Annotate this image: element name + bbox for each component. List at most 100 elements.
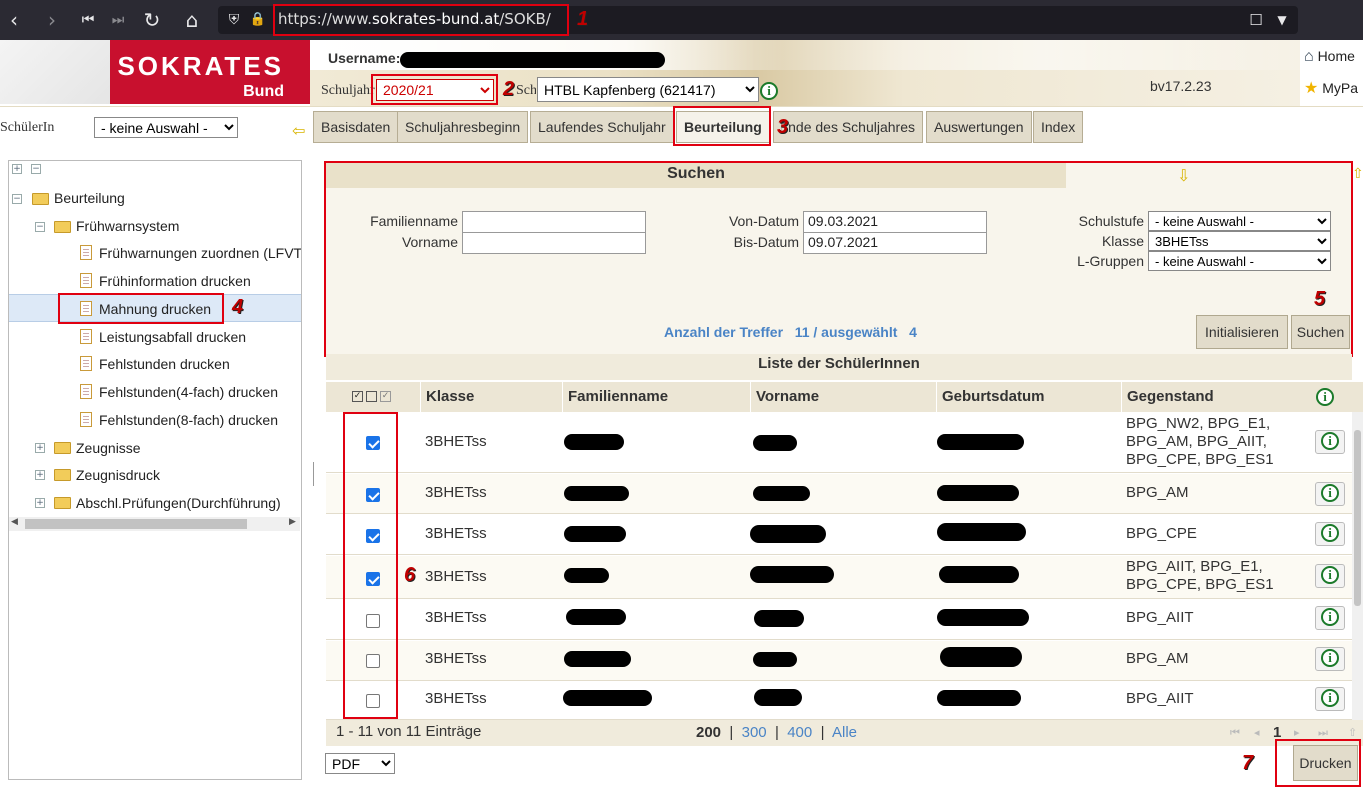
skip-forward-icon[interactable]: ⏭ (106, 8, 130, 32)
row-info-button[interactable]: i (1315, 687, 1345, 711)
tab-auswertungen[interactable]: Auswertungen (926, 111, 1032, 143)
cell-klasse: 3BHETss (425, 690, 487, 707)
tab-laufendes-schuljahr[interactable]: Laufendes Schuljahr (530, 111, 674, 143)
cell-geburtsdatum-redacted (937, 434, 1024, 450)
tab-ende-des-schuljahres[interactable]: Ende des Schuljahres (773, 111, 923, 143)
table-row[interactable]: 3BHETss BPG_NW2, BPG_E1, BPG_AM, BPG_AII… (326, 412, 1352, 473)
annotation-marker-6: 6 (404, 564, 416, 586)
tab-schuljahresbeginn[interactable]: Schuljahresbeginn (397, 111, 529, 143)
tree-node-zeugnisse[interactable]: Zeugnisse (76, 440, 141, 456)
tree-item-fehlstunden[interactable]: Fehlstunden drucken (99, 356, 230, 372)
table-row[interactable]: 3BHETss BPG_AIIT i (326, 600, 1352, 640)
mypage-link[interactable]: ★ MyPa (1304, 78, 1358, 98)
shield-icon[interactable]: ⛨ (222, 8, 246, 32)
folder-open-icon (54, 221, 71, 233)
mypage-label: MyPa (1322, 80, 1359, 96)
tree-node-zeugnisdruck[interactable]: Zeugnisdruck (76, 467, 160, 483)
format-select[interactable]: PDF (325, 753, 395, 774)
highlight-search-panel (324, 161, 1353, 357)
skip-back-icon[interactable]: ⏮ (76, 8, 100, 32)
cell-klasse: 3BHETss (425, 650, 487, 667)
row-info-button[interactable]: i (1315, 482, 1345, 506)
tree-item-fehlstunden-8fach[interactable]: Fehlstunden(8-fach) drucken (99, 412, 278, 428)
tree-item-fehlstunden-4fach[interactable]: Fehlstunden(4-fach) drucken (99, 384, 278, 400)
home-icon[interactable]: ⌂ (180, 8, 204, 32)
reload-icon[interactable]: ↻ (140, 8, 164, 32)
schule-select[interactable]: HTBL Kapfenberg (621417) (537, 77, 759, 102)
expand-icon[interactable]: + (35, 498, 45, 508)
col-gegenstand[interactable]: Gegenstand (1121, 382, 1308, 412)
lock-icon[interactable]: 🔒 (246, 8, 270, 32)
page-size-300[interactable]: 300 (742, 724, 767, 741)
table-row[interactable]: 3BHETss BPG_AIIT i (326, 682, 1352, 720)
expand-icon[interactable]: + (35, 443, 45, 453)
scrollbar-thumb[interactable] (1354, 430, 1361, 606)
page-size-200[interactable]: 200 (696, 724, 721, 741)
col-klasse[interactable]: Klasse (420, 382, 562, 412)
splitter-handle[interactable] (313, 462, 314, 486)
info-icon[interactable]: i (1316, 388, 1334, 406)
collapse-icon[interactable]: − (35, 222, 45, 232)
col-geburtsdatum[interactable]: Geburtsdatum (936, 382, 1121, 412)
document-icon (80, 273, 92, 288)
tab-index[interactable]: Index (1033, 111, 1084, 143)
arrow-up-icon[interactable]: ⇧ (1352, 166, 1363, 182)
bookmark-icon[interactable]: ☐ (1244, 8, 1268, 32)
document-icon (80, 329, 92, 344)
tree-horizontal-scrollbar[interactable]: ◀ ▶ (9, 517, 300, 531)
arrow-left-icon[interactable]: ⇦ (292, 121, 305, 140)
scroll-left-icon[interactable]: ◀ (11, 517, 18, 527)
collapse-icon[interactable]: − (12, 194, 22, 204)
table-vertical-scrollbar[interactable] (1352, 412, 1363, 720)
tree-item-leistungsabfall[interactable]: Leistungsabfall drucken (99, 329, 246, 345)
select-all-icon[interactable]: ✓ (352, 391, 363, 402)
chevron-down-icon[interactable]: ▼ (1270, 8, 1294, 32)
folder-icon (54, 469, 71, 481)
row-info-button[interactable]: i (1315, 430, 1345, 454)
info-icon: i (1321, 524, 1339, 542)
tree-node-beurteilung[interactable]: Beurteilung (54, 190, 125, 206)
cell-gegenstand: BPG_AM (1126, 484, 1189, 501)
cell-geburtsdatum-redacted (937, 690, 1021, 706)
back-icon[interactable]: ‹ (2, 8, 26, 32)
row-info-button[interactable]: i (1315, 522, 1345, 546)
info-icon[interactable]: i (760, 82, 778, 100)
collapse-all-icon[interactable]: − (31, 164, 41, 174)
home-link[interactable]: ⌂ Home (1304, 48, 1355, 66)
tree-node-fruehwarnsystem[interactable]: Frühwarnsystem (76, 218, 179, 234)
info-icon: i (1321, 649, 1339, 667)
scrollbar-thumb[interactable] (25, 519, 247, 529)
invert-selection-icon[interactable]: ✓ (380, 391, 391, 402)
cell-vorname-redacted (753, 652, 797, 667)
col-familienname[interactable]: Familienname (562, 382, 750, 412)
table-row[interactable]: 3BHETss BPG_AM i (326, 474, 1352, 514)
cell-familienname-redacted (564, 651, 631, 667)
cell-geburtsdatum-redacted (940, 647, 1022, 667)
row-info-button[interactable]: i (1315, 564, 1345, 588)
expand-icon[interactable]: + (35, 470, 45, 480)
row-info-button[interactable]: i (1315, 647, 1345, 671)
table-row[interactable]: 3BHETss BPG_AM i (326, 641, 1352, 681)
first-page-icon[interactable]: ⏮ (1230, 721, 1240, 745)
schuelerin-select[interactable]: - keine Auswahl - (94, 117, 238, 138)
cell-klasse: 3BHETss (425, 568, 487, 585)
expand-all-icon[interactable]: + (12, 164, 22, 174)
forward-icon[interactable]: › (40, 8, 64, 32)
page-size-400[interactable]: 400 (787, 724, 812, 741)
highlight-url (273, 4, 569, 36)
tab-basisdaten[interactable]: Basisdaten (313, 111, 399, 143)
cell-gegenstand: BPG_AM (1126, 650, 1189, 667)
cell-gegenstand: BPG_AIIT, BPG_E1, BPG_CPE, BPG_ES1 (1126, 558, 1274, 593)
col-vorname[interactable]: Vorname (750, 382, 936, 412)
star-icon: ★ (1304, 80, 1319, 97)
table-row[interactable]: 3BHETss BPG_AIIT, BPG_E1, BPG_CPE, BPG_E… (326, 556, 1352, 599)
table-row[interactable]: 3BHETss BPG_CPE i (326, 515, 1352, 555)
prev-page-icon[interactable]: ◂ (1254, 721, 1260, 745)
tree-node-abschlusspruefungen[interactable]: Abschl.Prüfungen(Durchführung) (76, 495, 281, 511)
tree-item-fruehinformation[interactable]: Frühinformation drucken (99, 273, 251, 289)
page-size-all[interactable]: Alle (832, 724, 857, 741)
scroll-right-icon[interactable]: ▶ (289, 517, 296, 527)
tree-item-fruehwarnungen[interactable]: Frühwarnungen zuordnen (LFVT (99, 245, 301, 261)
select-none-icon[interactable] (366, 391, 377, 402)
row-info-button[interactable]: i (1315, 606, 1345, 630)
